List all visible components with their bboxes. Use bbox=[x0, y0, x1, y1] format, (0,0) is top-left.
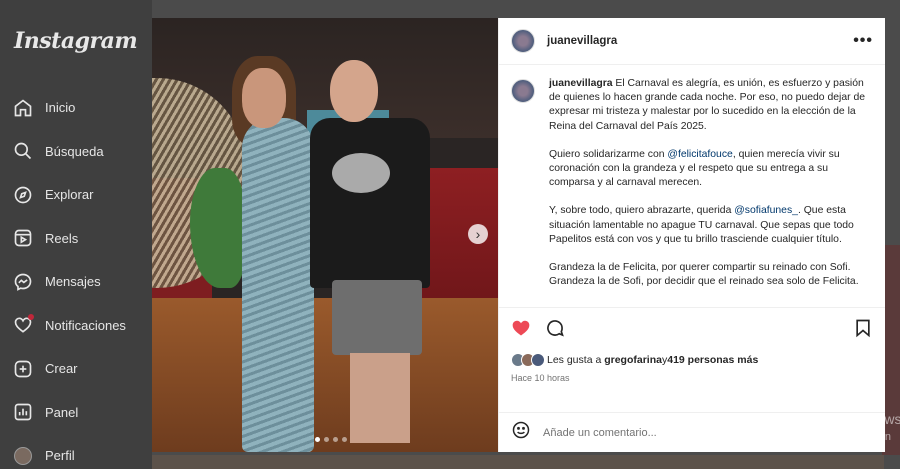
liker-avatars bbox=[511, 353, 545, 367]
photo-man-face bbox=[330, 60, 378, 122]
likes-user-link[interactable]: gregofarina bbox=[604, 354, 662, 366]
chevron-right-icon: › bbox=[475, 226, 481, 242]
messenger-icon bbox=[13, 272, 33, 292]
bookmark-icon[interactable] bbox=[853, 318, 873, 343]
reels-icon bbox=[13, 228, 33, 248]
carousel-dot bbox=[333, 437, 338, 442]
photo-floor bbox=[152, 298, 498, 452]
chart-icon bbox=[13, 402, 33, 422]
post-header: juanevillagra ••• bbox=[499, 18, 885, 65]
likes-prefix: Les gusta a bbox=[547, 354, 602, 366]
sidebar-item-explorar[interactable]: Explorar bbox=[0, 173, 152, 217]
sidebar-item-panel[interactable]: Panel bbox=[0, 391, 152, 435]
comment-icon[interactable] bbox=[545, 318, 565, 343]
carousel-dots bbox=[315, 437, 347, 442]
home-icon bbox=[13, 98, 33, 118]
notification-dot bbox=[28, 314, 34, 321]
sidebar-item-reels[interactable]: Reels bbox=[0, 217, 152, 261]
emoji-icon[interactable] bbox=[511, 420, 531, 445]
caption-text-segment: Quiero solidarizarme con bbox=[549, 148, 668, 160]
post-username[interactable]: juanevillagra bbox=[547, 35, 617, 47]
photo-shirt bbox=[310, 118, 430, 288]
sidebar-item-label: Mensajes bbox=[45, 274, 101, 290]
caption-text-segment: Y, sobre todo, quiero abrazarte, querida bbox=[549, 205, 735, 217]
sidebar-item-perfil[interactable]: Perfil bbox=[0, 434, 152, 469]
caption-area: juanevillagra El Carnaval es alegría, es… bbox=[499, 65, 885, 307]
avatar bbox=[13, 446, 33, 466]
likes-count-link[interactable]: 419 personas más bbox=[667, 354, 758, 366]
background-strip bbox=[152, 455, 884, 469]
sidebar-item-label: Crear bbox=[45, 361, 78, 377]
likes-summary: Les gusta a gregofarina y 419 personas m… bbox=[511, 353, 873, 367]
search-icon bbox=[13, 141, 33, 161]
heart-filled-icon[interactable] bbox=[511, 318, 531, 343]
watermark-line1: Activar Windows bbox=[798, 411, 900, 427]
photo-woman-face bbox=[242, 68, 286, 128]
post-modal: › juanevillagra ••• juanevillagra El Car… bbox=[152, 18, 885, 452]
post-photo[interactable]: › bbox=[152, 18, 498, 452]
carousel-dot bbox=[342, 437, 347, 442]
post-actions: Les gusta a gregofarina y 419 personas m… bbox=[499, 307, 885, 412]
mention-link[interactable]: @felicitafouce bbox=[667, 149, 732, 160]
photo-dress bbox=[242, 118, 314, 452]
caption-author[interactable]: juanevillagra bbox=[549, 78, 613, 89]
carousel-dot bbox=[324, 437, 329, 442]
photo-legs bbox=[350, 353, 410, 443]
sidebar-item-notificaciones[interactable]: Notificaciones bbox=[0, 304, 152, 348]
caption-paragraph: Grandeza la de Felicita, por querer comp… bbox=[549, 262, 859, 288]
avatar[interactable] bbox=[511, 79, 535, 103]
more-options-button[interactable]: ••• bbox=[853, 32, 873, 50]
sidebar-item-inicio[interactable]: Inicio bbox=[0, 86, 152, 130]
sidebar-item-label: Búsqueda bbox=[45, 143, 104, 159]
post-timestamp[interactable]: Hace 10 horas bbox=[511, 373, 873, 383]
caption-text: juanevillagra El Carnaval es alegría, es… bbox=[549, 77, 873, 307]
sidebar-item-mensajes[interactable]: Mensajes bbox=[0, 260, 152, 304]
carousel-next-button[interactable]: › bbox=[468, 224, 488, 244]
instagram-logo[interactable]: Instagram bbox=[14, 28, 152, 54]
sidebar: Instagram Inicio Búsqueda Explorar Reels… bbox=[0, 0, 152, 469]
photo-shirt-print bbox=[332, 153, 390, 193]
mention-link[interactable]: @sofiafunes_ bbox=[734, 205, 798, 216]
photo-shorts bbox=[332, 280, 422, 355]
sidebar-item-label: Explorar bbox=[45, 187, 94, 203]
sidebar-item-label: Inicio bbox=[45, 100, 76, 116]
carousel-dot bbox=[315, 437, 320, 442]
sidebar-nav: Inicio Búsqueda Explorar Reels Mensajes … bbox=[0, 86, 152, 469]
action-icons bbox=[511, 318, 873, 342]
sidebar-item-label: Panel bbox=[45, 404, 79, 420]
sidebar-item-label: Perfil bbox=[45, 448, 75, 464]
windows-activation-watermark: Activar Windows Ve a Configuración bbox=[798, 410, 900, 446]
compass-icon bbox=[13, 185, 33, 205]
heart-icon bbox=[13, 314, 34, 335]
sidebar-item-label: Notificaciones bbox=[45, 317, 126, 333]
plus-square-icon bbox=[13, 359, 33, 379]
sidebar-item-busqueda[interactable]: Búsqueda bbox=[0, 130, 152, 174]
avatar[interactable] bbox=[511, 29, 535, 53]
sidebar-item-label: Reels bbox=[45, 230, 79, 246]
post-panel: juanevillagra ••• juanevillagra El Carna… bbox=[498, 18, 885, 452]
watermark-line2: Ve a Configuración bbox=[798, 431, 891, 443]
sidebar-item-crear[interactable]: Crear bbox=[0, 347, 152, 391]
